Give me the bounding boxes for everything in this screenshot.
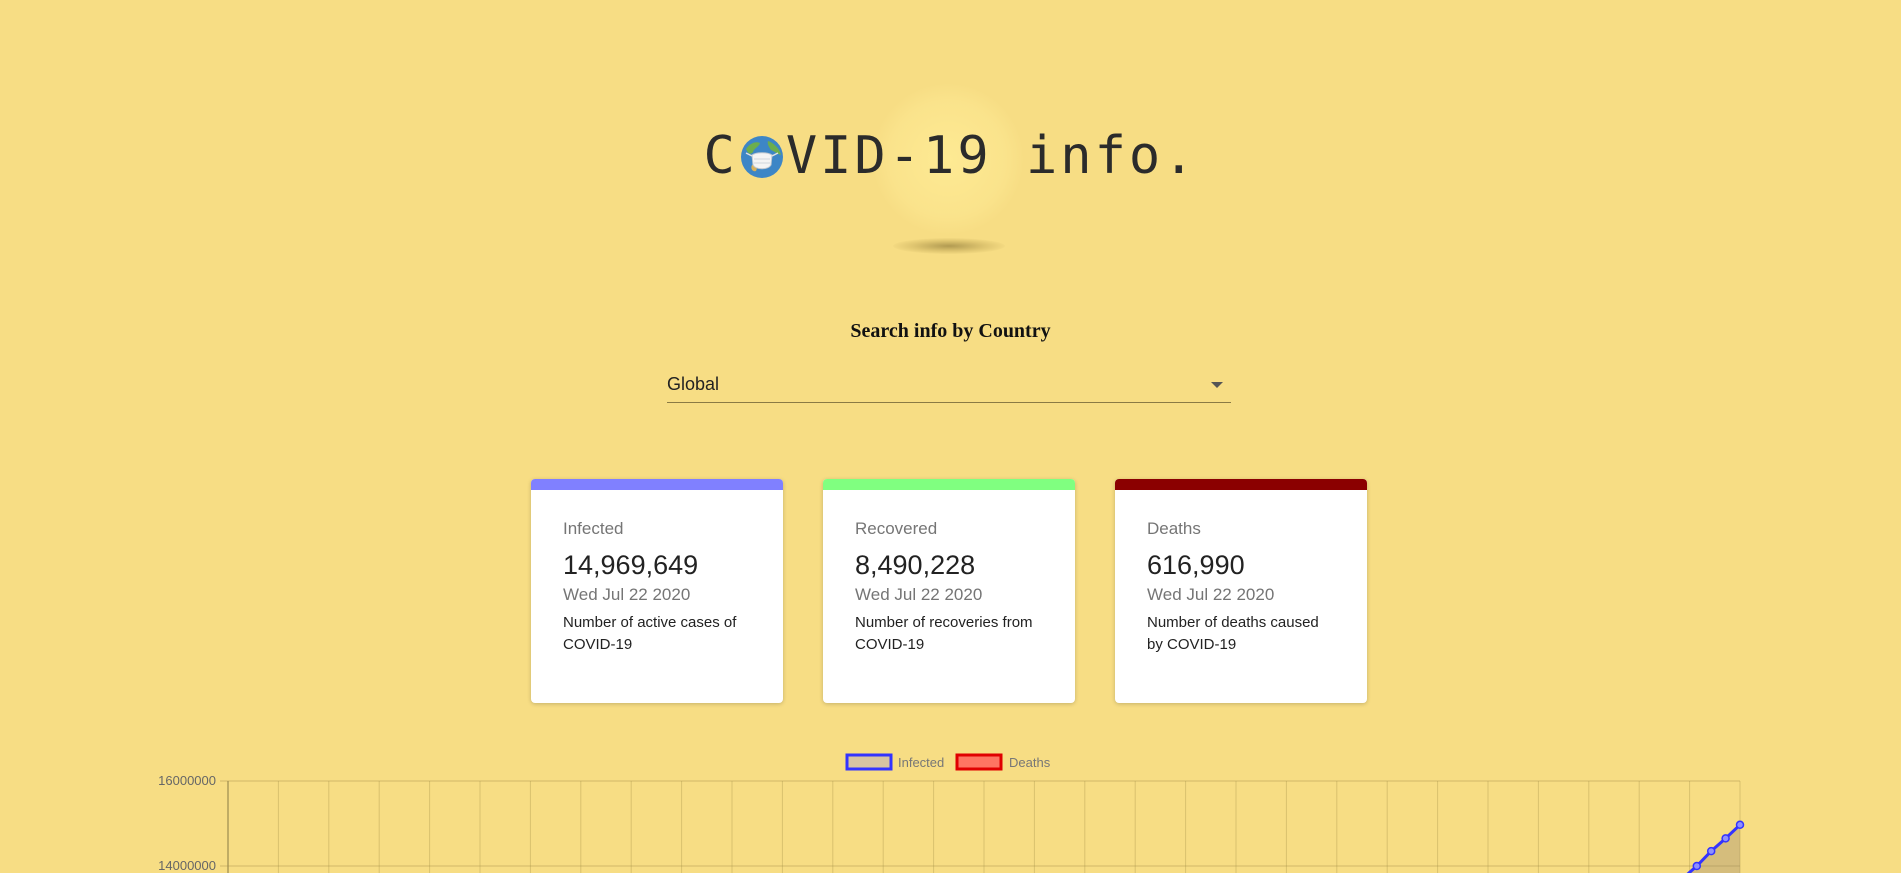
infected-date: Wed Jul 22 2020	[563, 585, 691, 604]
recovered-card-accent	[823, 479, 1075, 490]
legend-deaths-label[interactable]: Deaths	[1009, 755, 1051, 770]
chart-legend: Infected Deaths	[845, 753, 1051, 771]
recovered-value: 8,490,228	[855, 550, 976, 580]
stats-cards: Infected 14,969,649 Wed Jul 22 2020 Numb…	[531, 479, 1369, 703]
chart-svg: Infected Deaths 16000000 14000000	[158, 753, 1745, 873]
infected-card: Infected 14,969,649 Wed Jul 22 2020 Numb…	[531, 479, 783, 703]
logo: C VID-19 info.	[0, 0, 1901, 260]
recovered-label: Recovered	[855, 519, 938, 538]
deaths-card: Deaths 616,990 Wed Jul 22 2020 Number of…	[1115, 479, 1367, 703]
site-title: C VID-19 info.	[0, 126, 1901, 186]
country-select[interactable]: Global	[667, 366, 1231, 403]
deaths-value: 616,990	[1147, 550, 1245, 580]
legend-infected-label[interactable]: Infected	[898, 755, 944, 770]
logo-suffix: VID-19 info.	[785, 126, 1198, 186]
globe-with-mask-icon	[740, 132, 784, 178]
chart-grid	[220, 780, 1741, 873]
recovered-date: Wed Jul 22 2020	[855, 585, 983, 604]
infected-description: Number of active cases of COVID-19	[563, 614, 737, 653]
deaths-label: Deaths	[1147, 519, 1201, 538]
y-tick-label: 14000000	[158, 858, 216, 873]
infected-label: Infected	[563, 519, 624, 538]
deaths-card-accent	[1115, 479, 1367, 490]
y-tick-label: 16000000	[158, 773, 216, 788]
infected-value: 14,969,649	[563, 550, 699, 580]
infected-card-accent	[531, 479, 783, 490]
search-title: Search info by Country	[850, 320, 1051, 342]
infected-point[interactable]	[1692, 861, 1702, 871]
cases-chart: Infected Deaths 16000000 14000000	[0, 740, 1901, 873]
country-select-value: Global	[667, 374, 720, 394]
recovered-card: Recovered 8,490,228 Wed Jul 22 2020 Numb…	[823, 479, 1075, 703]
recovered-description: Number of recoveries from COVID-19	[855, 614, 1033, 653]
deaths-date: Wed Jul 22 2020	[1147, 585, 1275, 604]
legend-infected-swatch[interactable]	[845, 753, 893, 771]
chart-y-ticks: 16000000 14000000	[158, 773, 216, 873]
logo-shadow	[893, 238, 1005, 254]
legend-deaths-swatch[interactable]	[955, 753, 1003, 771]
infected-point[interactable]	[1721, 834, 1730, 843]
infected-point[interactable]	[1735, 820, 1745, 830]
logo-prefix: C	[703, 126, 738, 186]
chart-series	[1653, 820, 1745, 873]
infected-point[interactable]	[1706, 846, 1716, 856]
deaths-description: Number of deaths caused by COVID-19	[1147, 614, 1319, 653]
chevron-down-icon[interactable]	[1211, 382, 1223, 388]
